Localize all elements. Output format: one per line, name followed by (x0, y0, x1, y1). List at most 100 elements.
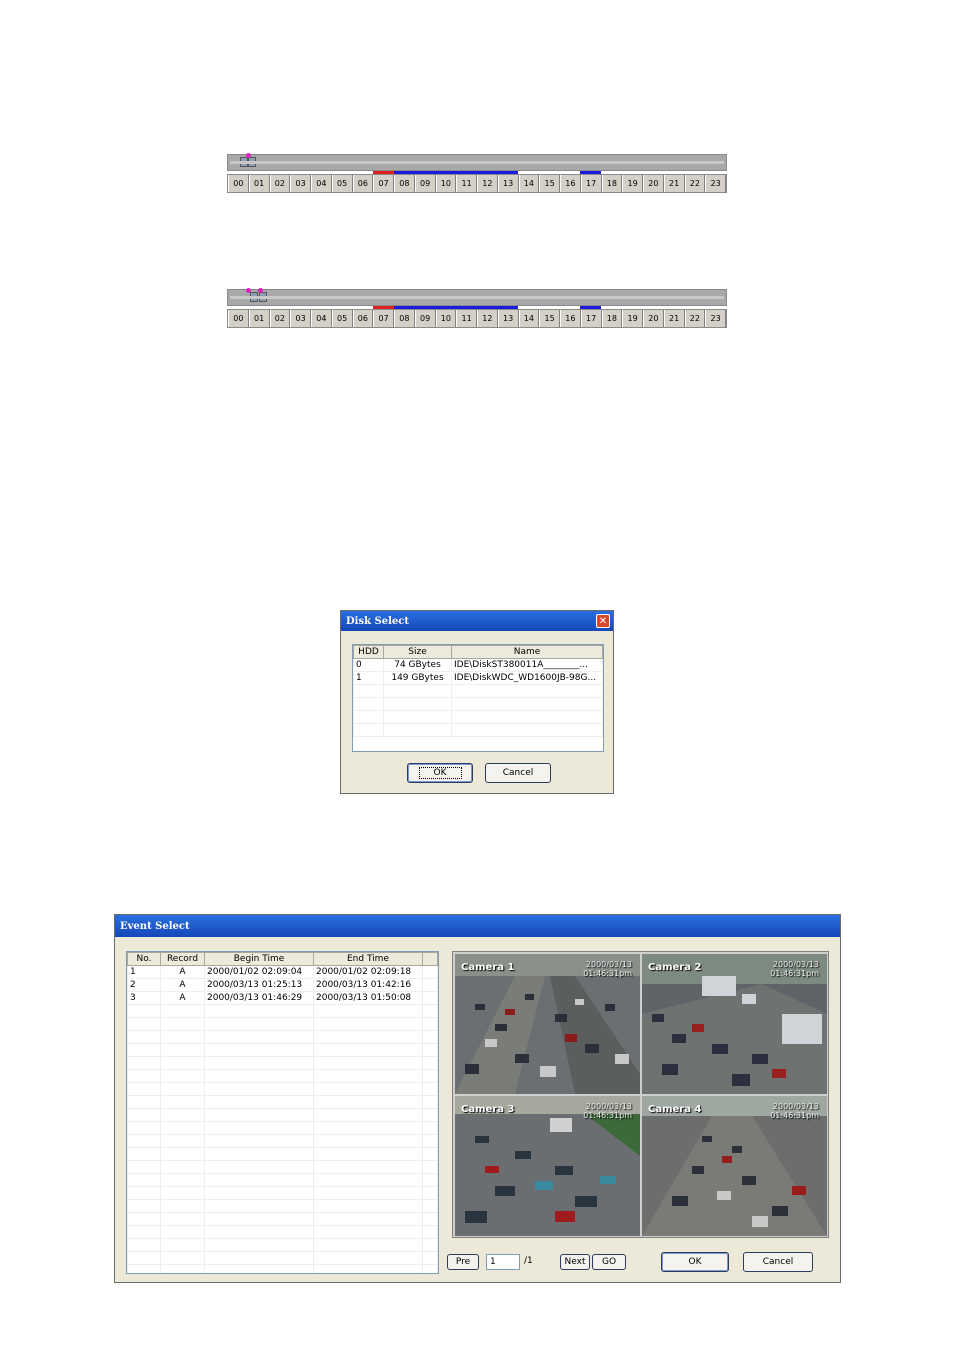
table-row[interactable]: 0 74 GBytes IDE\DiskST380011A________... (353, 658, 603, 672)
hour-label[interactable]: 02 (269, 310, 291, 327)
table-row (127, 1147, 438, 1161)
table-row (127, 1212, 438, 1226)
hour-label[interactable]: 01 (248, 175, 270, 192)
timeline-track[interactable] (227, 153, 727, 171)
hour-label[interactable]: 21 (663, 175, 685, 192)
column-header-begin-time[interactable]: Begin Time (204, 952, 314, 966)
ok-button[interactable]: OK (661, 1252, 729, 1272)
next-button[interactable]: Next (560, 1254, 590, 1270)
camera-view-3[interactable]: Camera 3 2000/03/13 01:46:31pm (455, 1096, 640, 1236)
hour-label[interactable]: 05 (331, 175, 353, 192)
hour-label[interactable]: 20 (643, 310, 664, 327)
disk-table: HDD Size Name 0 74 GBytes IDE\DiskST3800… (353, 645, 603, 737)
hour-label[interactable]: 03 (290, 175, 311, 192)
hour-label[interactable]: 01 (248, 310, 270, 327)
hour-label[interactable]: 08 (394, 310, 415, 327)
table-row (127, 1225, 438, 1239)
hour-label[interactable]: 09 (414, 310, 436, 327)
hour-label[interactable]: 14 (518, 310, 540, 327)
column-header-name[interactable]: Name (451, 645, 603, 659)
hour-label[interactable]: 12 (477, 310, 498, 327)
hour-label[interactable]: 08 (394, 175, 415, 192)
marker-pin-icon (246, 288, 251, 293)
hour-label[interactable]: 04 (311, 310, 332, 327)
hour-label[interactable]: 13 (497, 310, 519, 327)
hour-label[interactable]: 21 (663, 310, 685, 327)
dialog-titlebar: Event Select (115, 915, 840, 937)
time-marker-handle[interactable] (250, 292, 258, 302)
hour-label[interactable]: 11 (456, 310, 477, 327)
column-header-record[interactable]: Record (160, 952, 205, 966)
hour-label[interactable]: 12 (477, 175, 498, 192)
cancel-button[interactable]: Cancel (485, 763, 551, 783)
no-cell: 1 (127, 965, 161, 979)
hour-label[interactable]: 11 (456, 175, 477, 192)
hour-label[interactable]: 15 (539, 175, 560, 192)
table-row[interactable]: 3 A 2000/03/13 01:46:29 2000/03/13 01:50… (127, 991, 438, 1005)
column-header-hdd[interactable]: HDD (353, 645, 384, 659)
hour-label[interactable]: 19 (622, 310, 643, 327)
table-row[interactable]: 1 149 GBytes IDE\DiskWDC_WD1600JB-98G... (353, 671, 603, 685)
hour-label[interactable]: 04 (311, 175, 332, 192)
hour-scale: 00 01 02 03 04 05 06 07 08 09 10 11 12 13 14 15 16 17 18 19… (227, 174, 727, 193)
no-cell: 2 (127, 978, 161, 992)
table-row (127, 1134, 438, 1148)
time-marker-handle[interactable] (248, 157, 256, 167)
time-marker-handle[interactable] (240, 157, 248, 167)
hour-label[interactable]: 03 (290, 310, 311, 327)
hour-label[interactable]: 23 (705, 175, 726, 192)
page-number-input[interactable]: 1 (486, 1254, 520, 1270)
hour-label[interactable]: 20 (643, 175, 664, 192)
hour-label[interactable]: 22 (684, 175, 706, 192)
name-cell: IDE\DiskWDC_WD1600JB-98G... (451, 671, 603, 685)
hour-label[interactable]: 22 (684, 310, 706, 327)
camera-view-2[interactable]: Camera 2 2000/03/13 01:46:31pm (642, 954, 827, 1094)
hour-label[interactable]: 07 (373, 310, 394, 327)
hour-label[interactable]: 06 (352, 175, 374, 192)
hour-label[interactable]: 02 (269, 175, 291, 192)
time-marker-handle[interactable] (259, 292, 267, 302)
record-cell: A (160, 991, 205, 1005)
column-header-no[interactable]: No. (127, 952, 161, 966)
camera-view-4[interactable]: Camera 4 2000/03/13 01:46:31pm (642, 1096, 827, 1236)
hour-label[interactable]: 15 (539, 310, 560, 327)
table-row (353, 684, 603, 698)
hour-label[interactable]: 13 (497, 175, 519, 192)
event-list[interactable]: No. Record Begin Time End Time 1 A 2000/… (126, 951, 439, 1274)
ok-button[interactable]: OK (407, 763, 473, 783)
hour-label[interactable]: 10 (435, 310, 457, 327)
timeline-track[interactable] (227, 288, 727, 306)
camera-view-1[interactable]: Camera 1 2000/03/13 01:46:31pm (455, 954, 640, 1094)
hour-label[interactable]: 17 (580, 310, 602, 327)
hour-label[interactable]: 18 (601, 310, 623, 327)
hour-label[interactable]: 17 (580, 175, 602, 192)
hour-label[interactable]: 18 (601, 175, 623, 192)
hour-label[interactable]: 16 (560, 175, 581, 192)
hour-label[interactable]: 19 (622, 175, 643, 192)
hour-label[interactable]: 06 (352, 310, 374, 327)
hour-label[interactable]: 07 (373, 175, 394, 192)
hour-label[interactable]: 16 (560, 310, 581, 327)
column-header-size[interactable]: Size (383, 645, 452, 659)
table-row[interactable]: 2 A 2000/03/13 01:25:13 2000/03/13 01:42… (127, 978, 438, 992)
table-row (127, 1173, 438, 1187)
hour-label[interactable]: 09 (414, 175, 436, 192)
column-header-end-time[interactable]: End Time (313, 952, 423, 966)
timeline-strip-2[interactable]: 00 01 02 03 04 05 06 07 08 09 10 11 12 13 14 15 16 17 18 19… (227, 288, 727, 329)
hour-label[interactable]: 00 (228, 310, 249, 327)
hour-label[interactable]: 23 (705, 310, 726, 327)
table-row (127, 1043, 438, 1057)
hour-label[interactable]: 00 (228, 175, 249, 192)
timeline-strip-1[interactable]: 00 01 02 03 04 05 06 07 08 09 10 11 12 13 14 15 16 17 18 19… (227, 153, 727, 194)
record-cell: A (160, 965, 205, 979)
close-icon[interactable]: ✕ (596, 614, 610, 628)
hour-label[interactable]: 14 (518, 175, 540, 192)
hour-label[interactable]: 05 (331, 310, 353, 327)
cancel-button[interactable]: Cancel (743, 1252, 813, 1272)
marker-pin-icon (246, 153, 251, 158)
disk-list[interactable]: HDD Size Name 0 74 GBytes IDE\DiskST3800… (352, 644, 604, 752)
pre-button[interactable]: Pre (447, 1254, 479, 1270)
go-button[interactable]: GO (592, 1254, 626, 1270)
table-row[interactable]: 1 A 2000/01/02 02:09:04 2000/01/02 02:09… (127, 965, 438, 979)
hour-label[interactable]: 10 (435, 175, 457, 192)
